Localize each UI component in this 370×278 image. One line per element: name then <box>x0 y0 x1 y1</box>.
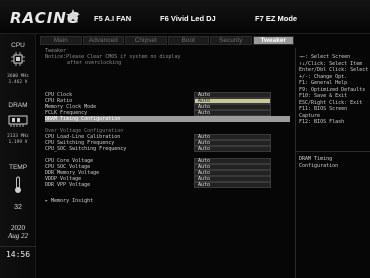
cpu-label: CPU <box>11 42 25 49</box>
hotkey-ai-fan[interactable]: F5 A.I FAN <box>94 14 131 23</box>
cpu-chip-icon <box>11 52 25 66</box>
clock-year: 2020 <box>11 224 25 232</box>
hotkey-vivid-led[interactable]: F6 Vivid Led DJ <box>160 14 216 23</box>
setting-label: DDR VPP Voltage <box>45 182 91 188</box>
tab-tweaker[interactable]: Tweaker <box>252 36 294 45</box>
setting-value[interactable]: Auto <box>194 146 271 152</box>
cpu-frequency: 3600 MHz <box>7 74 29 79</box>
settings-panel: Tweaker Notice:Please Clear CMOS if syst… <box>40 46 292 278</box>
help-panel: →←: Select Screen ↑↓/Click: Select Item … <box>295 48 370 278</box>
tab-chipset[interactable]: Chipset <box>125 36 167 45</box>
clock-date: Aug 22 <box>7 232 29 240</box>
key-help-list: →←: Select Screen ↑↓/Click: Select Item … <box>299 54 369 125</box>
clock-time: 14:56 <box>0 246 36 259</box>
tab-boot[interactable]: Boot <box>167 36 209 45</box>
help-divider <box>296 151 370 152</box>
cpu-voltage: 1.462 V <box>8 80 28 85</box>
setting-value[interactable]: Auto <box>194 182 271 188</box>
item-description: DRAM Timing Configuration <box>299 156 339 169</box>
top-header: RACING F5 A.I FAN F6 Vivid Led DJ F7 EZ … <box>0 0 370 34</box>
thermometer-icon <box>15 176 21 193</box>
tab-advanced[interactable]: Advanced <box>82 36 124 45</box>
setting-row-soc-switching-freq[interactable]: CPU_SOC Switching Frequency Auto <box>45 146 290 152</box>
notice-line: after overclocking <box>45 60 290 66</box>
temp-label: TEMP <box>8 164 28 171</box>
notice-text: after overclocking <box>67 60 122 66</box>
submenu-link[interactable]: ▸ Memory Insight <box>45 198 93 204</box>
setting-row-ddr-vpp-voltage[interactable]: DDR VPP Voltage Auto <box>45 182 290 188</box>
dram-frequency: 2133 MHz <box>7 134 29 139</box>
submenu-link[interactable]: DRAM Timing Configuration <box>45 116 120 122</box>
hotkey-ez-mode[interactable]: F7 EZ Mode <box>255 14 297 23</box>
status-rail: CPU 3600 MHz 1.462 V DRAM 2133 MHz 1.199… <box>0 34 36 278</box>
setting-label: CPU_SOC Switching Frequency <box>45 146 127 152</box>
dram-label: DRAM <box>8 102 28 109</box>
logo-star-icon <box>66 9 80 23</box>
setting-row-dram-timing[interactable]: DRAM Timing Configuration <box>45 116 290 122</box>
tab-main[interactable]: Main <box>40 36 82 45</box>
dram-voltage: 1.199 V <box>8 140 28 145</box>
setting-row-memory-insight[interactable]: ▸ Memory Insight <box>45 198 290 204</box>
tab-bar: Main Advanced Chipset Boot Security Twea… <box>40 36 295 45</box>
dram-module-icon <box>8 115 28 127</box>
tab-security[interactable]: Security <box>210 36 252 45</box>
temp-value: 32 <box>14 204 22 211</box>
